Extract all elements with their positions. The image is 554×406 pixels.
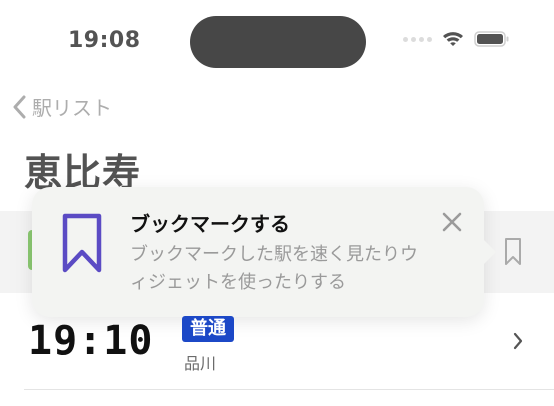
wifi-icon xyxy=(442,30,464,48)
chevron-right-icon[interactable] xyxy=(512,331,524,355)
train-type-badge: 普通 xyxy=(182,316,234,342)
back-label: 駅リスト xyxy=(32,96,112,120)
back-button[interactable]: 駅リスト xyxy=(12,92,112,121)
battery-icon xyxy=(474,30,510,48)
chevron-left-icon xyxy=(12,95,26,119)
status-time: 19:08 xyxy=(68,28,141,53)
tip-arrow xyxy=(482,238,496,266)
cellular-dots-icon xyxy=(403,36,432,42)
destination: 品川 xyxy=(184,354,217,373)
close-icon[interactable] xyxy=(438,208,466,236)
bookmark-icon xyxy=(60,212,104,276)
row-divider xyxy=(24,389,554,390)
tip-message: ブックマークした駅を速く見たりウィジェットを使ったりする xyxy=(130,244,418,293)
tip-title: ブックマークする xyxy=(130,212,290,236)
departure-time: 19:10 xyxy=(28,318,154,364)
status-icons xyxy=(403,30,510,48)
dynamic-island xyxy=(190,16,366,68)
bookmark-outline-icon[interactable] xyxy=(502,236,524,268)
